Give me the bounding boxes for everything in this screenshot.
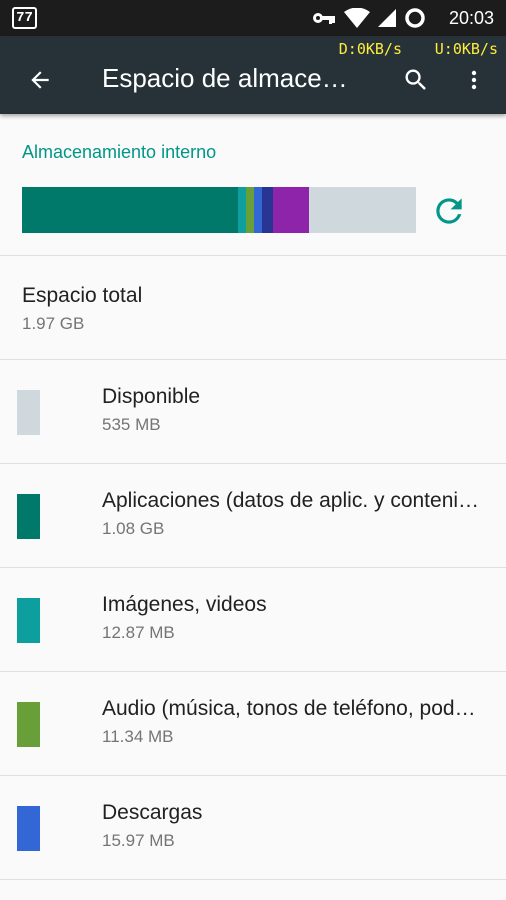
usage-segment (22, 187, 238, 233)
item-label: Aplicaciones (datos de aplic. y contenid… (102, 489, 486, 512)
clock: 20:03 (448, 8, 494, 28)
color-swatch (17, 494, 40, 539)
back-button[interactable] (18, 58, 62, 102)
usage-segment (308, 187, 416, 233)
color-swatch (17, 598, 40, 643)
list-item-descargas[interactable]: Descargas 15.97 MB (0, 776, 506, 879)
battery-charging-icon (405, 8, 425, 28)
item-size: 15.97 MB (102, 831, 175, 850)
download-speed: D:0KB/s (338, 40, 402, 58)
item-size: 1.08 GB (102, 519, 165, 538)
item-size: 11.34 MB (102, 727, 174, 746)
usage-segment (245, 187, 254, 233)
status-bar: 77 20:03 (0, 0, 506, 36)
list-item-disponible[interactable]: Disponible 535 MB (0, 360, 506, 463)
list-item-aplicaciones[interactable]: Aplicaciones (datos de aplic. y contenid… (0, 464, 506, 567)
storage-usage-bar (22, 187, 416, 233)
list-item-audio[interactable]: Audio (música, tonos de teléfono, podcas… (0, 672, 506, 775)
arrow-back-icon (31, 71, 49, 89)
total-space-row[interactable]: Espacio total 1.97 GB (0, 256, 506, 359)
wifi-icon (344, 8, 370, 28)
item-label: Disponible (102, 385, 201, 408)
app-toolbar: D:0KB/s U:0KB/s Espacio de almace… (0, 36, 506, 114)
more-vert-icon (471, 70, 477, 90)
usage-segment (273, 187, 309, 233)
item-label: Imágenes, videos (102, 593, 267, 616)
more-options-button[interactable] (452, 58, 496, 102)
total-space-value: 1.97 GB (22, 314, 85, 333)
upload-speed: U:0KB/s (434, 40, 498, 58)
vpn-key-icon (313, 13, 335, 24)
divider (0, 879, 506, 880)
item-label: Audio (música, tonos de teléfono, podcas… (102, 697, 486, 720)
color-swatch (17, 702, 40, 747)
status-icons (312, 7, 426, 29)
internal-storage-header: Almacenamiento interno (22, 142, 217, 162)
usage-segment (253, 187, 262, 233)
refresh-icon (436, 198, 462, 224)
total-space-label: Espacio total (22, 284, 143, 307)
usage-segment (237, 187, 246, 233)
item-size: 12.87 MB (102, 623, 175, 642)
item-label: Descargas (102, 801, 203, 824)
notification-badge: 77 (12, 7, 37, 29)
refresh-button[interactable] (428, 190, 470, 232)
item-size: 535 MB (102, 415, 161, 434)
cell-signal-icon (378, 9, 396, 27)
color-swatch (17, 806, 40, 851)
color-swatch (17, 390, 40, 435)
search-button[interactable] (394, 58, 438, 102)
page-title: Espacio de almace… (102, 63, 348, 93)
search-icon (405, 69, 426, 90)
usage-segment (261, 187, 274, 233)
list-item-imagenes-videos[interactable]: Imágenes, videos 12.87 MB (0, 568, 506, 671)
